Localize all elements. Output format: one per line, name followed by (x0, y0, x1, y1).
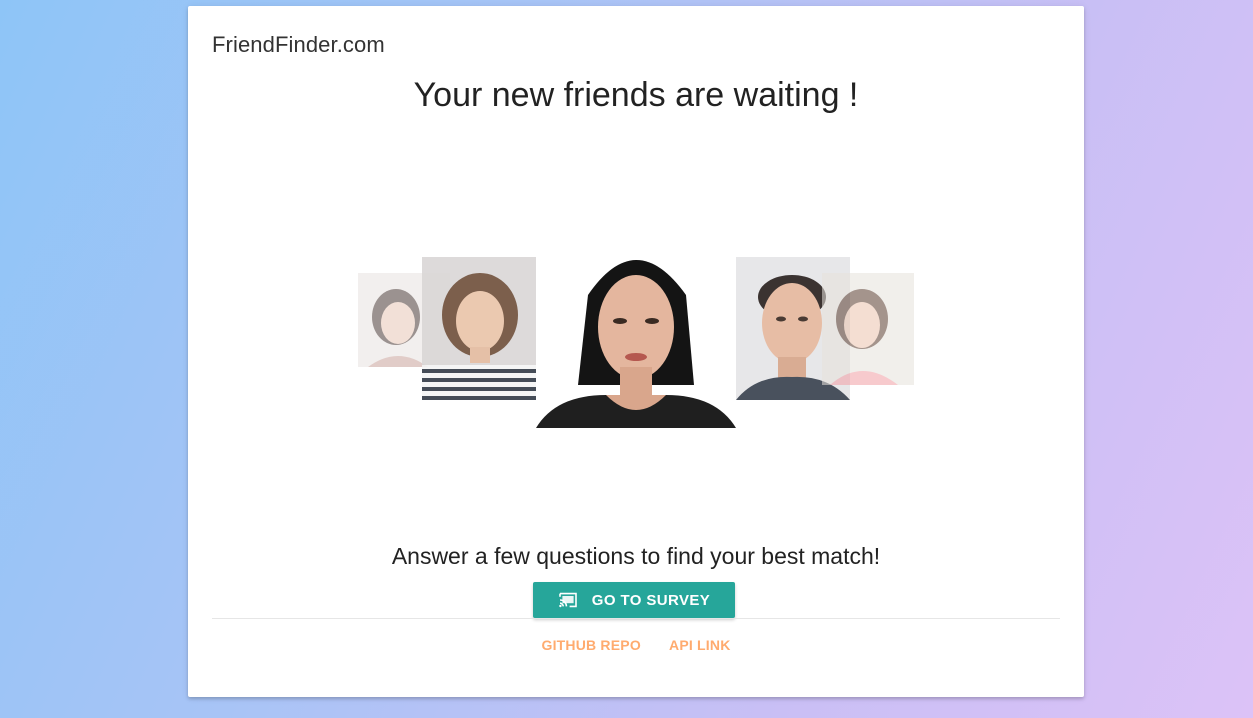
profile-photo-far-right (822, 273, 914, 385)
profile-photo-left (422, 257, 536, 400)
survey-tagline: Answer a few questions to find your best… (391, 543, 881, 569)
github-repo-link[interactable]: GITHUB REPO (541, 637, 640, 653)
main-card: FriendFinder.com Your new friends are wa… (188, 6, 1084, 697)
go-to-survey-label: GO TO SURVEY (591, 591, 711, 609)
profile-gallery (188, 6, 1084, 506)
api-link[interactable]: API LINK (669, 637, 731, 653)
go-to-survey-button[interactable]: GO TO SURVEY (533, 582, 735, 618)
cast-icon (558, 592, 578, 608)
footer-links: GITHUB REPO API LINK (188, 637, 1084, 653)
footer-divider (212, 618, 1060, 619)
profile-photo-center (536, 235, 736, 428)
